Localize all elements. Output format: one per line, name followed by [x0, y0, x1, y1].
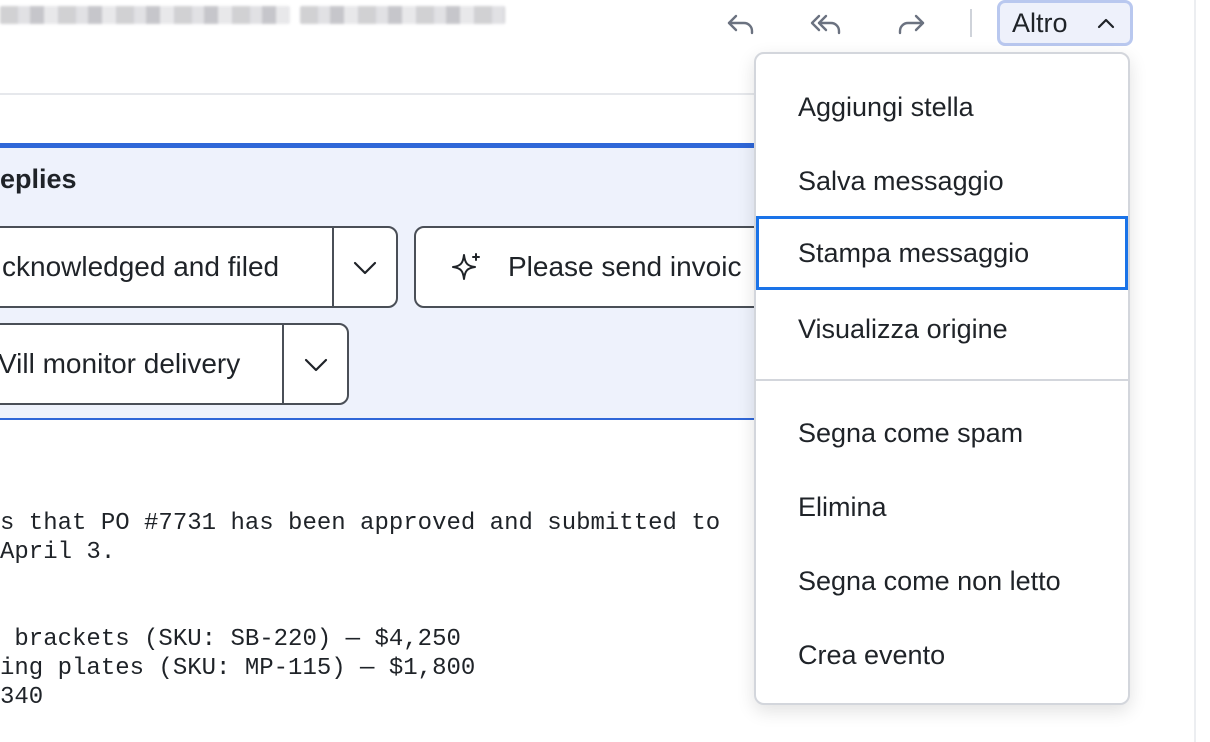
toolbar-separator [970, 9, 972, 37]
forward-button[interactable] [893, 6, 929, 42]
split-divider [332, 226, 334, 308]
chevron-up-icon [1097, 18, 1115, 29]
sparkle-icon [452, 253, 480, 280]
menu-item-view-source[interactable]: Visualizza origine [756, 292, 1128, 366]
forward-icon [898, 14, 925, 35]
message-body-line: April 3. [0, 539, 116, 566]
menu-item-print-message[interactable]: Stampa messaggio [756, 216, 1128, 290]
more-actions-button[interactable]: Altro [997, 0, 1133, 46]
smart-replies-title: eplies [0, 164, 77, 194]
message-body-line: s that PO #7731 has been approved and su… [0, 510, 721, 537]
menu-divider [756, 379, 1128, 381]
menu-item-add-star[interactable]: Aggiungi stella [756, 70, 1128, 144]
more-actions-menu: Aggiungi stella Salva messaggio Stampa m… [754, 52, 1130, 705]
message-body-line: 340 [0, 684, 44, 711]
chevron-down-icon[interactable] [303, 357, 329, 373]
reply-button[interactable] [723, 6, 759, 42]
reply-all-button[interactable] [808, 6, 844, 42]
smart-reply-button[interactable]: Vill monitor delivery [0, 323, 349, 405]
more-actions-label: Altro [1012, 7, 1068, 38]
menu-item-delete[interactable]: Elimina [756, 470, 1128, 544]
message-body-line: ing plates (SKU: MP-115) — $1,800 [0, 655, 476, 682]
menu-item-mark-unread[interactable]: Segna come non letto [756, 544, 1128, 618]
menu-item-save-message[interactable]: Salva messaggio [756, 144, 1128, 218]
email-subject-redacted [0, 6, 505, 26]
scrollbar-track[interactable] [1194, 0, 1196, 742]
split-divider [282, 323, 284, 405]
menu-item-create-event[interactable]: Crea evento [756, 618, 1128, 692]
reply-icon [727, 14, 754, 35]
smart-reply-label: Please send invoic [508, 251, 742, 282]
smart-reply-label: cknowledged and filed [2, 251, 280, 282]
redacted-text [0, 6, 290, 24]
menu-item-mark-spam[interactable]: Segna come spam [756, 396, 1128, 470]
smart-reply-button[interactable]: cknowledged and filed [0, 226, 398, 308]
chevron-down-icon[interactable] [352, 260, 378, 276]
smart-reply-label: Vill monitor delivery [0, 348, 241, 379]
redacted-text [300, 6, 505, 24]
reply-all-icon [810, 14, 841, 35]
message-body-line: brackets (SKU: SB-220) — $4,250 [0, 626, 461, 653]
